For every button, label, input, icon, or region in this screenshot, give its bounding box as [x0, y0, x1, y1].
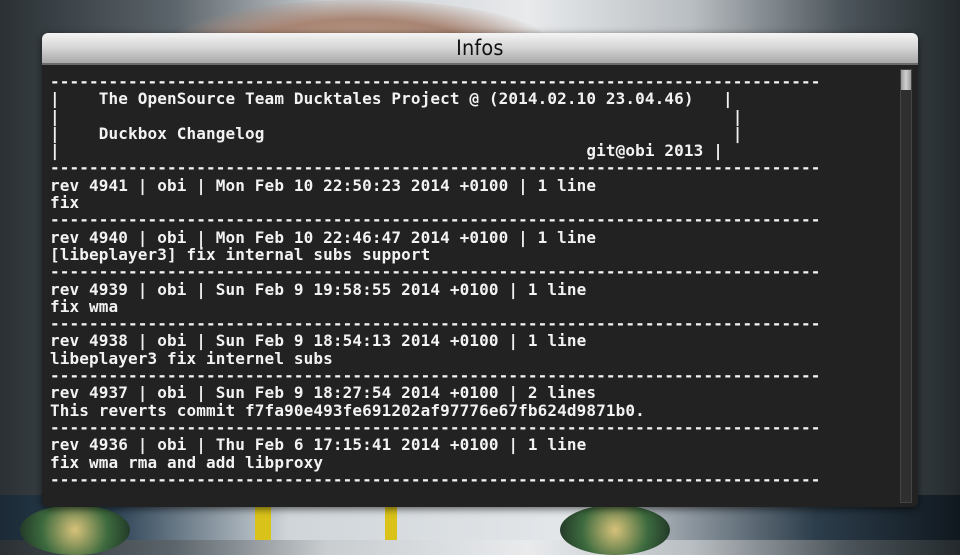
changelog-separator: ----------------------------------------… [50, 72, 821, 91]
changelog-separator: ----------------------------------------… [50, 210, 821, 230]
info-window: Infos ----------------------------------… [42, 33, 918, 507]
changelog-line: fix [50, 193, 80, 213]
background-lanyard-right [385, 505, 397, 540]
changelog-line: | | [50, 106, 743, 126]
changelog-line: This reverts commit f7fa90e493fe691202af… [50, 400, 645, 420]
changelog-line: [libeplayer3] fix internal subs support [50, 244, 431, 264]
changelog-line: rev 4938 | obi | Sun Feb 9 18:54:13 2014… [50, 331, 587, 351]
changelog-line: rev 4939 | obi | Sun Feb 9 19:58:55 2014… [50, 279, 587, 299]
changelog-line: rev 4936 | obi | Thu Feb 6 17:15:41 2014… [50, 435, 587, 455]
window-title: Infos [456, 36, 504, 60]
changelog-line: rev 4940 | obi | Mon Feb 10 22:46:47 201… [50, 227, 597, 247]
changelog-separator: ----------------------------------------… [50, 262, 821, 282]
background-patch-left [20, 505, 130, 555]
changelog-separator: ----------------------------------------… [50, 417, 821, 437]
changelog-separator: ----------------------------------------… [50, 314, 821, 334]
changelog-line: rev 4937 | obi | Sun Feb 9 18:27:54 2014… [50, 383, 597, 403]
scrollbar[interactable] [900, 69, 912, 503]
changelog-text: ----------------------------------------… [50, 73, 820, 488]
changelog-line: fix wma rma and add libproxy [50, 452, 324, 472]
changelog-separator: ----------------------------------------… [50, 366, 821, 386]
changelog-line: libeplayer3 fix internel subs [50, 348, 333, 368]
changelog-line: | Duckbox Changelog | [50, 123, 743, 143]
changelog-line: | The OpenSource Team Ducktales Project … [50, 89, 733, 109]
changelog-line: rev 4941 | obi | Mon Feb 10 22:50:23 201… [50, 175, 597, 195]
changelog-separator: ----------------------------------------… [50, 158, 821, 178]
changelog-separator: ----------------------------------------… [50, 469, 821, 489]
background-lanyard-left [255, 505, 271, 540]
changelog-panel[interactable]: ----------------------------------------… [42, 65, 918, 507]
window-titlebar: Infos [42, 33, 918, 65]
changelog-line: | git@obi 2013 | [50, 141, 723, 161]
scrollbar-thumb[interactable] [901, 70, 911, 90]
background-patch-right [560, 505, 670, 555]
changelog-line: fix wma [50, 296, 119, 316]
